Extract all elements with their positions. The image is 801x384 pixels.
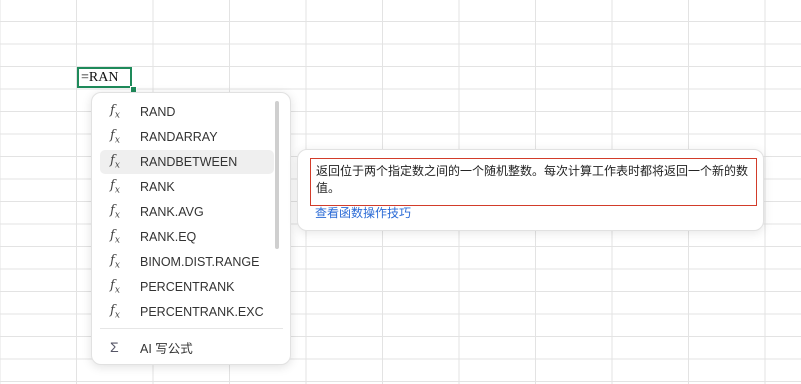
function-name: RANK xyxy=(140,180,175,194)
function-autocomplete-list: fx RAND fx RANDARRAY fx RANDBETWEEN fx R… xyxy=(91,92,291,365)
function-item[interactable]: fx RANK.AVG xyxy=(100,200,274,224)
function-item[interactable]: fx RANK.EQ xyxy=(100,225,274,249)
function-icon: fx xyxy=(110,128,120,146)
function-name: PERCENTRANK xyxy=(140,280,235,294)
active-cell-editor[interactable]: =RAN xyxy=(77,67,132,88)
function-item[interactable]: fx RANDARRAY xyxy=(100,125,274,149)
list-divider xyxy=(100,328,283,329)
function-tooltip: 返回位于两个指定数之间的一个随机整数。每次计算工作表时都将返回一个新的数值。 查… xyxy=(297,149,764,231)
function-name: RANK.AVG xyxy=(140,205,204,219)
ai-formula-label: AI 写公式 xyxy=(140,341,193,356)
function-icon: fx xyxy=(110,178,120,196)
function-icon: fx xyxy=(110,228,120,246)
function-item[interactable]: fx PERCENTRANK.EXC xyxy=(100,300,274,324)
function-name: BINOM.DIST.RANGE xyxy=(140,255,260,269)
function-name: RAND xyxy=(140,105,176,119)
function-description: 返回位于两个指定数之间的一个随机整数。每次计算工作表时都将返回一个新的数值。 xyxy=(310,158,757,206)
function-item-selected[interactable]: fx RANDBETWEEN xyxy=(100,150,274,174)
function-icon: fx xyxy=(110,278,120,296)
function-name: PERCENTRANK.EXC xyxy=(140,305,264,319)
list-scrollbar[interactable] xyxy=(275,101,279,249)
function-icon: fx xyxy=(110,153,120,171)
function-icon: fx xyxy=(110,253,120,271)
function-icon: fx xyxy=(110,303,120,321)
function-icon: fx xyxy=(110,203,120,221)
function-name: RANDBETWEEN xyxy=(140,155,238,169)
function-name: RANDARRAY xyxy=(140,130,218,144)
function-item[interactable]: fx RAND xyxy=(100,100,274,124)
function-icon: fx xyxy=(110,103,120,121)
function-name: RANK.EQ xyxy=(140,230,197,244)
sigma-icon: Σ xyxy=(110,339,119,355)
ai-formula-item[interactable]: Σ AI 写公式 xyxy=(100,335,274,359)
function-tips-link[interactable]: 查看函数操作技巧 xyxy=(315,204,411,221)
function-item[interactable]: fx BINOM.DIST.RANGE xyxy=(100,250,274,274)
function-item[interactable]: fx PERCENTRANK xyxy=(100,275,274,299)
function-item[interactable]: fx RANK xyxy=(100,175,274,199)
